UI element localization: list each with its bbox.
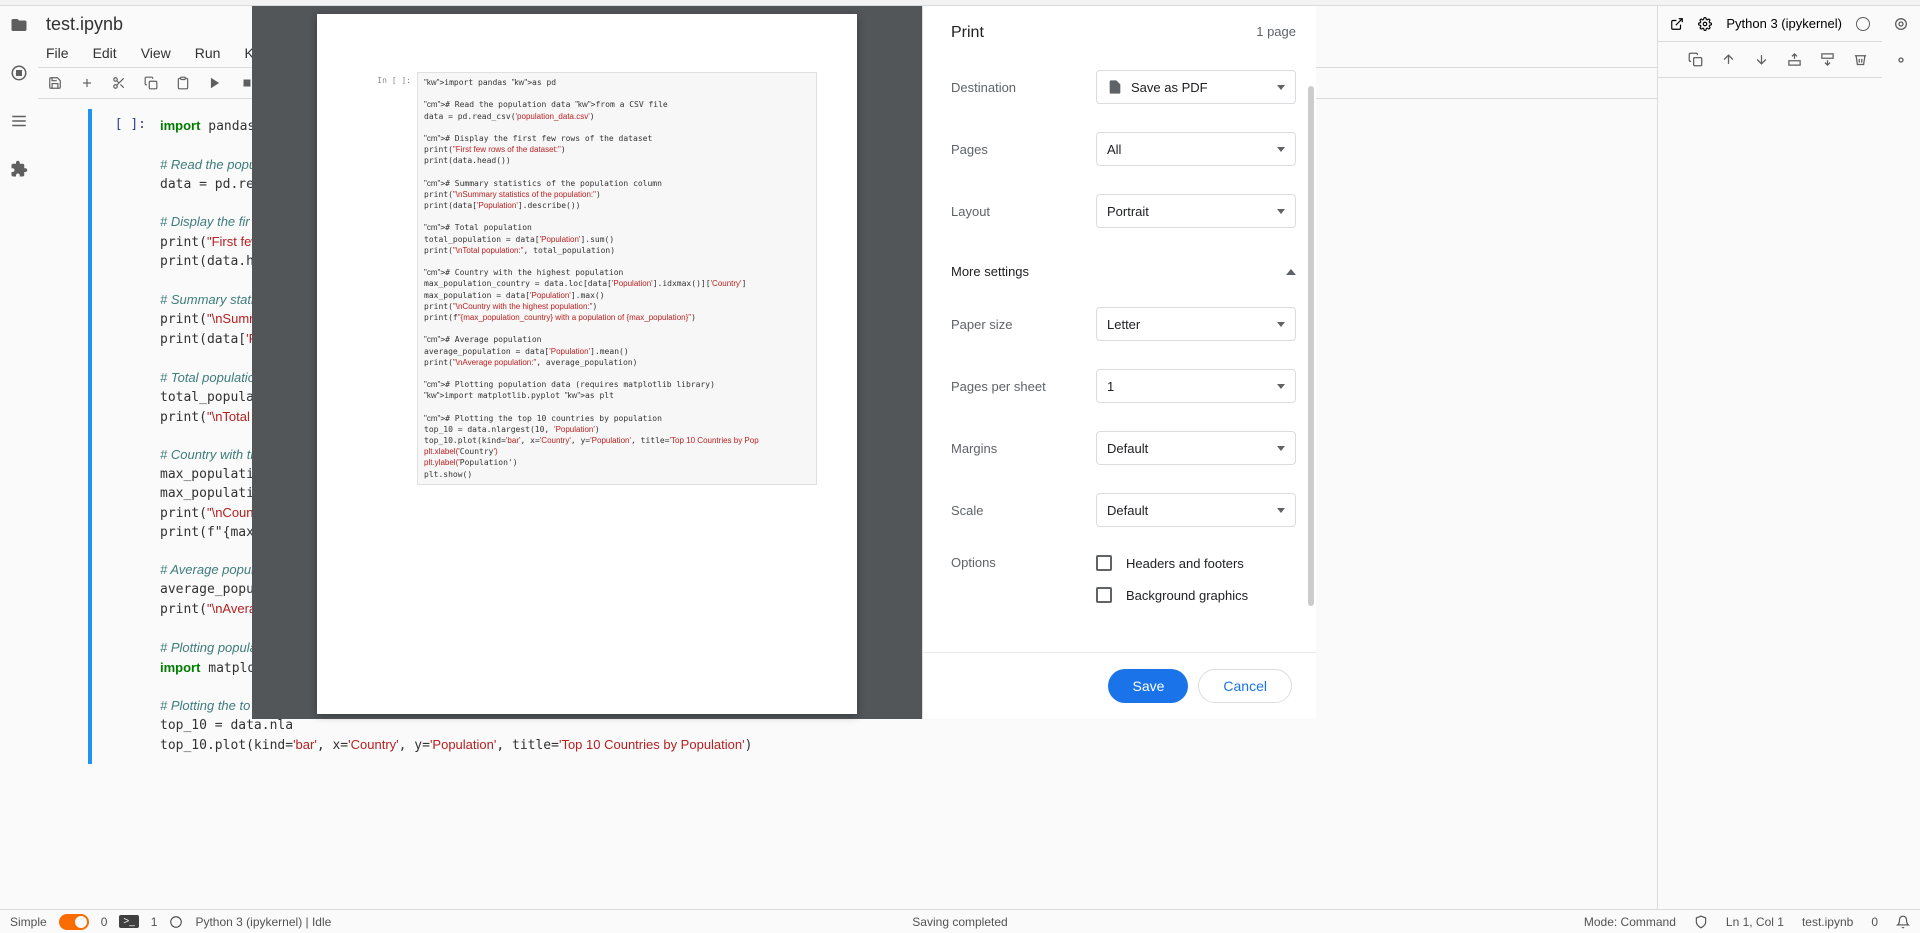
scale-label: Scale xyxy=(951,503,1096,518)
destination-dropdown[interactable]: Save as PDF xyxy=(1096,70,1296,104)
save-button[interactable]: Save xyxy=(1108,669,1188,703)
terminal-badge[interactable]: >_ xyxy=(119,915,138,928)
scrollbar[interactable] xyxy=(1308,86,1314,606)
preview-code: "kw">import pandas "kw">as pd "cm"># Rea… xyxy=(417,72,817,485)
activity-bar xyxy=(0,6,38,911)
toc-icon[interactable] xyxy=(10,112,28,130)
cursor-pos: Ln 1, Col 1 xyxy=(1726,915,1784,929)
open-external-icon[interactable] xyxy=(1670,17,1684,31)
simple-mode-label[interactable]: Simple xyxy=(10,915,47,929)
destination-label: Destination xyxy=(951,80,1096,95)
background-graphics-label: Background graphics xyxy=(1126,588,1248,603)
pages-label: Pages xyxy=(951,142,1096,157)
paper-size-dropdown[interactable]: Letter xyxy=(1096,307,1296,341)
chevron-down-icon xyxy=(1277,508,1285,513)
saving-status: Saving completed xyxy=(912,915,1007,929)
status-zero: 0 xyxy=(101,915,108,929)
insert-below-icon[interactable] xyxy=(1820,52,1835,67)
debug-icon[interactable] xyxy=(1893,52,1909,68)
status-one: 1 xyxy=(151,915,158,929)
pdf-icon xyxy=(1107,79,1123,95)
running-icon[interactable] xyxy=(10,64,28,82)
insert-above-icon[interactable] xyxy=(1787,52,1802,67)
kernel-status-text[interactable]: Python 3 (ipykernel) | Idle xyxy=(195,915,331,929)
more-settings-toggle[interactable]: More settings xyxy=(951,264,1296,279)
layout-label: Layout xyxy=(951,204,1096,219)
preview-prompt: In [ ]: xyxy=(375,72,417,485)
notebook-title[interactable]: test.ipynb xyxy=(38,14,123,35)
chevron-down-icon xyxy=(1277,85,1285,90)
save-icon[interactable] xyxy=(48,76,62,90)
cut-icon[interactable] xyxy=(112,76,126,90)
chevron-down-icon xyxy=(1277,209,1285,214)
delete-icon[interactable] xyxy=(1853,52,1868,67)
background-graphics-checkbox[interactable] xyxy=(1096,587,1112,603)
run-icon[interactable] xyxy=(208,76,222,90)
mode-label: Mode: Command xyxy=(1584,915,1676,929)
headers-footers-label: Headers and footers xyxy=(1126,556,1244,571)
property-inspector xyxy=(1882,6,1920,911)
preview-page: In [ ]: "kw">import pandas "kw">as pd "c… xyxy=(317,14,857,714)
menu-file[interactable]: File xyxy=(46,45,69,61)
cell-prompt: [ ]: xyxy=(92,109,152,764)
pps-dropdown[interactable]: 1 xyxy=(1096,369,1296,403)
pages-dropdown[interactable]: All xyxy=(1096,132,1296,166)
cancel-button[interactable]: Cancel xyxy=(1198,669,1292,703)
trusted-icon[interactable] xyxy=(1694,915,1708,929)
add-cell-icon[interactable] xyxy=(80,76,94,90)
filename-status: test.ipynb xyxy=(1802,915,1853,929)
extensions-icon[interactable] xyxy=(10,160,28,178)
pps-label: Pages per sheet xyxy=(951,379,1096,394)
simple-toggle[interactable] xyxy=(59,914,89,930)
chevron-down-icon xyxy=(1277,384,1285,389)
settings-gear-icon[interactable] xyxy=(1698,17,1712,31)
chevron-down-icon xyxy=(1277,446,1285,451)
menu-view[interactable]: View xyxy=(141,45,171,61)
move-up-icon[interactable] xyxy=(1721,52,1736,67)
copy-icon[interactable] xyxy=(144,76,158,90)
print-preview-pane: In [ ]: "kw">import pandas "kw">as pd "c… xyxy=(252,6,922,719)
kernel-status-icon[interactable] xyxy=(1856,17,1870,31)
paste-icon[interactable] xyxy=(176,76,190,90)
move-down-icon[interactable] xyxy=(1754,52,1769,67)
gears-icon[interactable] xyxy=(1893,16,1909,32)
kernel-spec-icon[interactable] xyxy=(169,915,183,929)
paper-size-label: Paper size xyxy=(951,317,1096,332)
duplicate-icon[interactable] xyxy=(1688,52,1703,67)
kernel-name[interactable]: Python 3 (ipykernel) xyxy=(1726,16,1842,31)
bell-icon[interactable] xyxy=(1896,915,1910,929)
layout-dropdown[interactable]: Portrait xyxy=(1096,194,1296,228)
margins-dropdown[interactable]: Default xyxy=(1096,431,1296,465)
print-title: Print xyxy=(951,24,984,42)
status-right-zero: 0 xyxy=(1871,915,1878,929)
chevron-down-icon xyxy=(1277,147,1285,152)
headers-footers-checkbox[interactable] xyxy=(1096,555,1112,571)
print-dialog: In [ ]: "kw">import pandas "kw">as pd "c… xyxy=(252,6,1316,719)
menu-run[interactable]: Run xyxy=(195,45,221,61)
margins-label: Margins xyxy=(951,441,1096,456)
menu-edit[interactable]: Edit xyxy=(93,45,117,61)
status-bar: Simple 0 >_ 1 Python 3 (ipykernel) | Idl… xyxy=(0,909,1920,933)
page-count: 1 page xyxy=(1256,24,1296,42)
chevron-up-icon xyxy=(1286,269,1296,275)
folder-icon[interactable] xyxy=(10,16,28,34)
chevron-down-icon xyxy=(1277,322,1285,327)
scale-dropdown[interactable]: Default xyxy=(1096,493,1296,527)
options-label: Options xyxy=(951,555,1096,570)
